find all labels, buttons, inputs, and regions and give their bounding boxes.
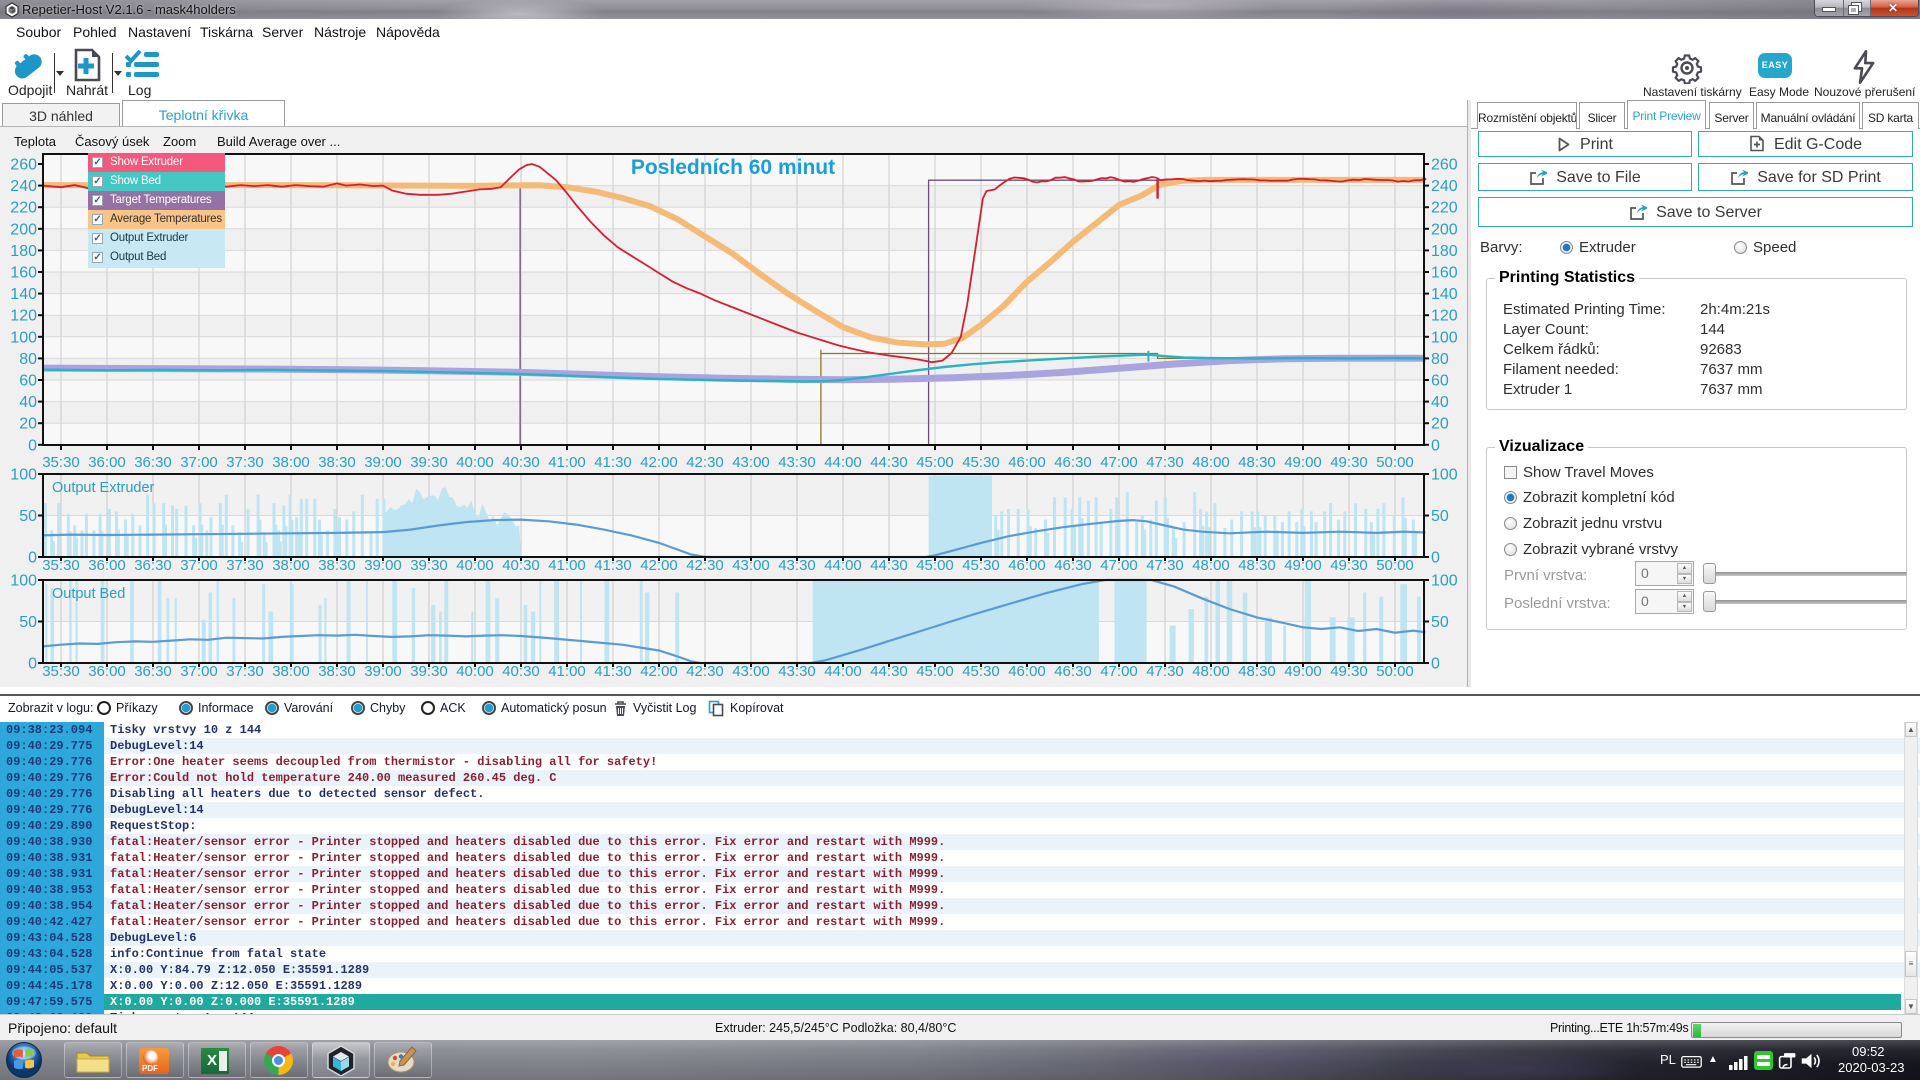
svg-text:Posledních 60 minut: Posledních 60 minut [631, 156, 835, 179]
svg-text:20: 20 [1431, 416, 1449, 433]
svg-text:47:30: 47:30 [1146, 454, 1184, 471]
svg-text:80: 80 [19, 351, 37, 368]
svg-text:0: 0 [28, 437, 37, 454]
svg-text:50: 50 [19, 508, 37, 525]
svg-text:Output Extruder: Output Extruder [52, 480, 155, 496]
svg-text:42:30: 42:30 [686, 454, 724, 471]
svg-text:35:30: 35:30 [42, 454, 80, 471]
svg-text:38:00: 38:00 [272, 454, 310, 471]
svg-text:200: 200 [10, 221, 37, 238]
svg-text:180: 180 [1431, 243, 1458, 260]
svg-text:0: 0 [1431, 437, 1440, 454]
svg-text:20: 20 [19, 416, 37, 433]
svg-text:80: 80 [1431, 351, 1449, 368]
svg-text:120: 120 [10, 308, 37, 325]
svg-text:40:30: 40:30 [502, 454, 540, 471]
svg-text:240: 240 [1431, 178, 1458, 195]
svg-text:44:00: 44:00 [824, 454, 862, 471]
svg-text:40:00: 40:00 [456, 454, 494, 471]
svg-text:36:30: 36:30 [134, 454, 172, 471]
svg-text:100: 100 [1431, 467, 1458, 484]
svg-text:Output Bed: Output Bed [52, 586, 125, 602]
svg-text:37:30: 37:30 [226, 454, 264, 471]
svg-text:220: 220 [1431, 200, 1458, 217]
svg-text:160: 160 [1431, 265, 1458, 282]
svg-text:36:00: 36:00 [88, 454, 126, 471]
svg-text:42:00: 42:00 [640, 454, 678, 471]
svg-text:100: 100 [1431, 329, 1458, 346]
svg-text:44:30: 44:30 [870, 454, 908, 471]
svg-text:160: 160 [10, 265, 37, 282]
svg-text:240: 240 [10, 178, 37, 195]
svg-text:40: 40 [19, 394, 37, 411]
svg-text:43:30: 43:30 [778, 454, 816, 471]
svg-text:0: 0 [1431, 656, 1440, 673]
svg-text:39:30: 39:30 [410, 454, 448, 471]
svg-text:140: 140 [10, 286, 37, 303]
svg-text:120: 120 [1431, 308, 1458, 325]
svg-text:60: 60 [1431, 373, 1449, 390]
svg-text:0: 0 [28, 550, 37, 567]
svg-text:48:30: 48:30 [1238, 454, 1276, 471]
svg-text:140: 140 [1431, 286, 1458, 303]
svg-text:260: 260 [1431, 157, 1458, 174]
svg-text:41:30: 41:30 [594, 454, 632, 471]
svg-text:100: 100 [10, 329, 37, 346]
svg-text:50: 50 [19, 614, 37, 631]
svg-text:45:30: 45:30 [962, 454, 1000, 471]
svg-text:50: 50 [1431, 614, 1449, 631]
svg-text:0: 0 [1431, 550, 1440, 567]
svg-text:49:30: 49:30 [1330, 454, 1368, 471]
svg-text:46:30: 46:30 [1054, 454, 1092, 471]
svg-text:46:00: 46:00 [1008, 454, 1046, 471]
svg-text:40: 40 [1431, 394, 1449, 411]
svg-text:49:00: 49:00 [1284, 454, 1322, 471]
svg-text:50: 50 [1431, 508, 1449, 525]
svg-text:48:00: 48:00 [1192, 454, 1230, 471]
svg-text:100: 100 [1431, 573, 1458, 590]
svg-text:60: 60 [19, 373, 37, 390]
svg-text:43:00: 43:00 [732, 454, 770, 471]
svg-text:260: 260 [10, 157, 37, 174]
svg-text:37:00: 37:00 [180, 454, 218, 471]
svg-text:39:00: 39:00 [364, 454, 402, 471]
svg-text:38:30: 38:30 [318, 454, 356, 471]
svg-text:200: 200 [1431, 221, 1458, 238]
svg-text:180: 180 [10, 243, 37, 260]
svg-text:41:00: 41:00 [548, 454, 586, 471]
svg-text:50:00: 50:00 [1376, 454, 1414, 471]
svg-text:100: 100 [10, 467, 37, 484]
svg-text:220: 220 [10, 200, 37, 217]
svg-text:0: 0 [28, 656, 37, 673]
svg-text:100: 100 [10, 573, 37, 590]
svg-text:45:00: 45:00 [916, 454, 954, 471]
svg-text:47:00: 47:00 [1100, 454, 1138, 471]
